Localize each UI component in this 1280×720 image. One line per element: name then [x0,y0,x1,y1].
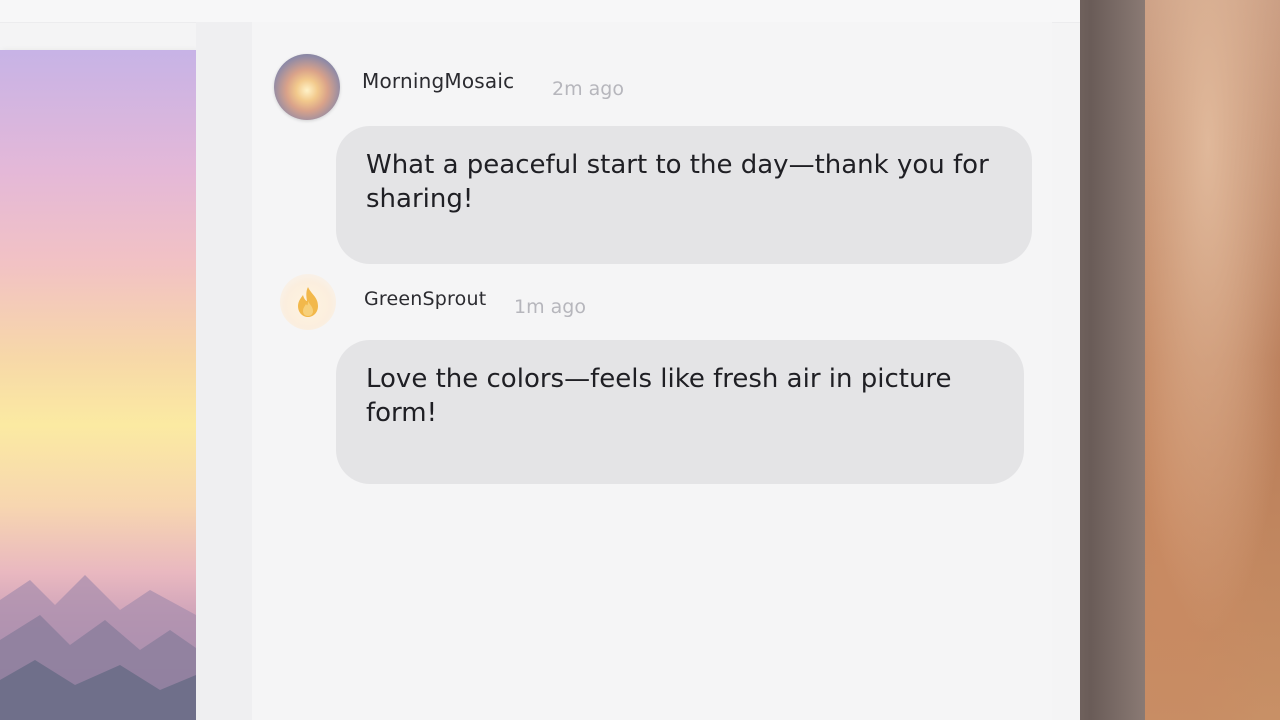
post-image[interactable] [0,50,196,720]
panel-gutter [196,22,252,720]
comment-timestamp: 1m ago [514,296,586,318]
mountains-illustration [0,575,196,720]
comment-bubble: What a peaceful start to the day—thank y… [336,126,1032,264]
comment-username[interactable]: MorningMosaic [362,69,514,93]
comment-timestamp: 2m ago [552,78,624,100]
comment-username[interactable]: GreenSprout [364,288,486,310]
avatar[interactable] [280,274,336,330]
avatar[interactable] [274,54,340,120]
comment-bubble: Love the colors—feels like fresh air in … [336,340,1024,484]
flame-icon [298,287,318,317]
comments-panel: MorningMosaic 2m ago What a peaceful sta… [252,22,1052,720]
comment-text: Love the colors—feels like fresh air in … [366,364,952,428]
comment-text: What a peaceful start to the day—thank y… [366,150,989,214]
top-bar [0,0,1080,23]
screen: MorningMosaic 2m ago What a peaceful sta… [0,0,1080,720]
